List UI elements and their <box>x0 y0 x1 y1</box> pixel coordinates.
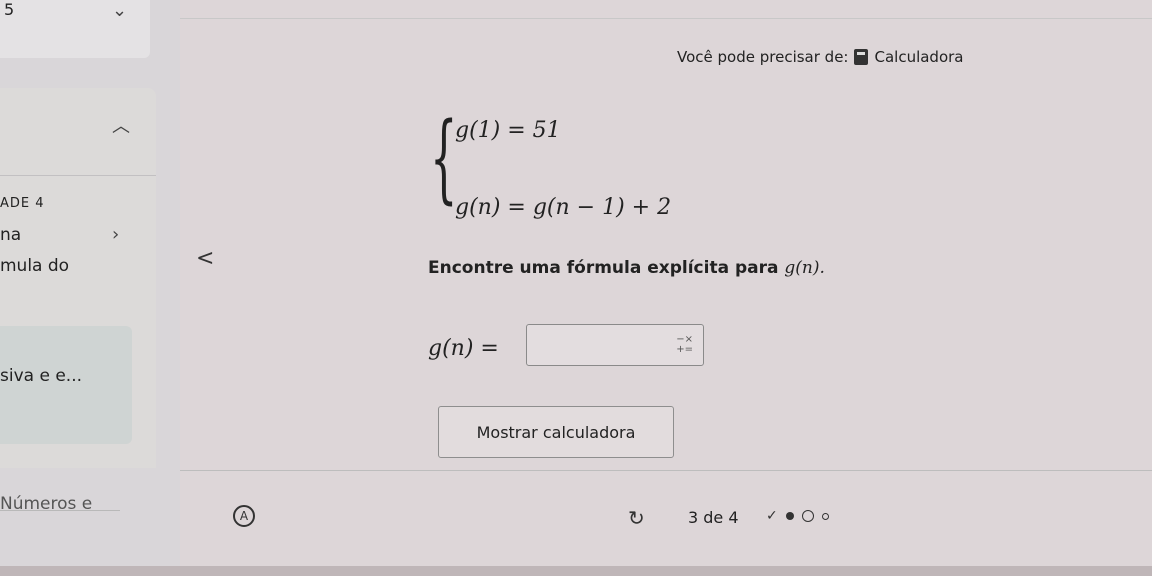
operations-icon[interactable]: −× += <box>676 335 693 355</box>
calculator-link[interactable]: Calculadora <box>874 48 963 66</box>
equation-2: g(n) = g(n − 1) + 2 <box>455 195 672 220</box>
calculator-note: Você pode precisar de: Calculadora <box>677 48 964 66</box>
question-text: Encontre uma fórmula explícita para g(n)… <box>428 258 825 278</box>
show-calculator-button[interactable]: Mostrar calculadora <box>438 406 674 458</box>
footer-divider <box>180 470 1152 471</box>
calculator-note-prefix: Você pode precisar de: <box>677 48 849 66</box>
progress-dot-last <box>821 512 829 520</box>
equation-1: g(1) = 51 <box>455 118 561 143</box>
sidebar-section-label: ADE 4 <box>0 196 45 211</box>
brace-symbol: { <box>430 102 458 214</box>
question-math: g(n). <box>784 258 825 278</box>
retry-icon[interactable]: ↻ <box>628 506 645 530</box>
sidebar-divider <box>0 175 156 176</box>
sidebar-top-label: 5 <box>4 0 15 19</box>
chevron-down-icon[interactable]: ⌄ <box>112 0 127 21</box>
answer-input[interactable]: −× += <box>526 324 704 366</box>
question-prompt: Encontre uma fórmula explícita para <box>428 258 785 278</box>
top-divider <box>180 18 1152 19</box>
answer-label: g(n) = <box>428 336 499 361</box>
sidebar-item-mula[interactable]: mula do <box>0 256 69 276</box>
chevron-up-icon[interactable]: ︿ <box>112 112 130 138</box>
sidebar-item-na[interactable]: na <box>0 225 21 245</box>
chevron-right-icon[interactable]: › <box>112 224 119 245</box>
progress-dot-next <box>801 510 814 522</box>
progress-dot-current <box>785 512 794 520</box>
sidebar-top-card[interactable]: 5 ⌄ <box>0 0 150 58</box>
sidebar-item-siva[interactable]: siva e e... <box>0 366 82 386</box>
check-icon: ✓ <box>766 508 778 524</box>
progress-indicator: ✓ <box>766 508 829 524</box>
bottom-strip <box>0 566 1152 576</box>
show-calculator-label: Mostrar calculadora <box>476 422 636 442</box>
accessibility-icon[interactable]: A <box>233 505 255 527</box>
calculator-icon[interactable] <box>854 49 869 65</box>
previous-arrow-icon[interactable]: < <box>196 246 214 271</box>
sidebar-item-numeros[interactable]: Números e <box>0 494 92 514</box>
progress-text: 3 de 4 <box>688 508 739 527</box>
sidebar: 5 ⌄ ︿ ADE 4 na › mula do siva e e... Núm… <box>0 0 180 576</box>
